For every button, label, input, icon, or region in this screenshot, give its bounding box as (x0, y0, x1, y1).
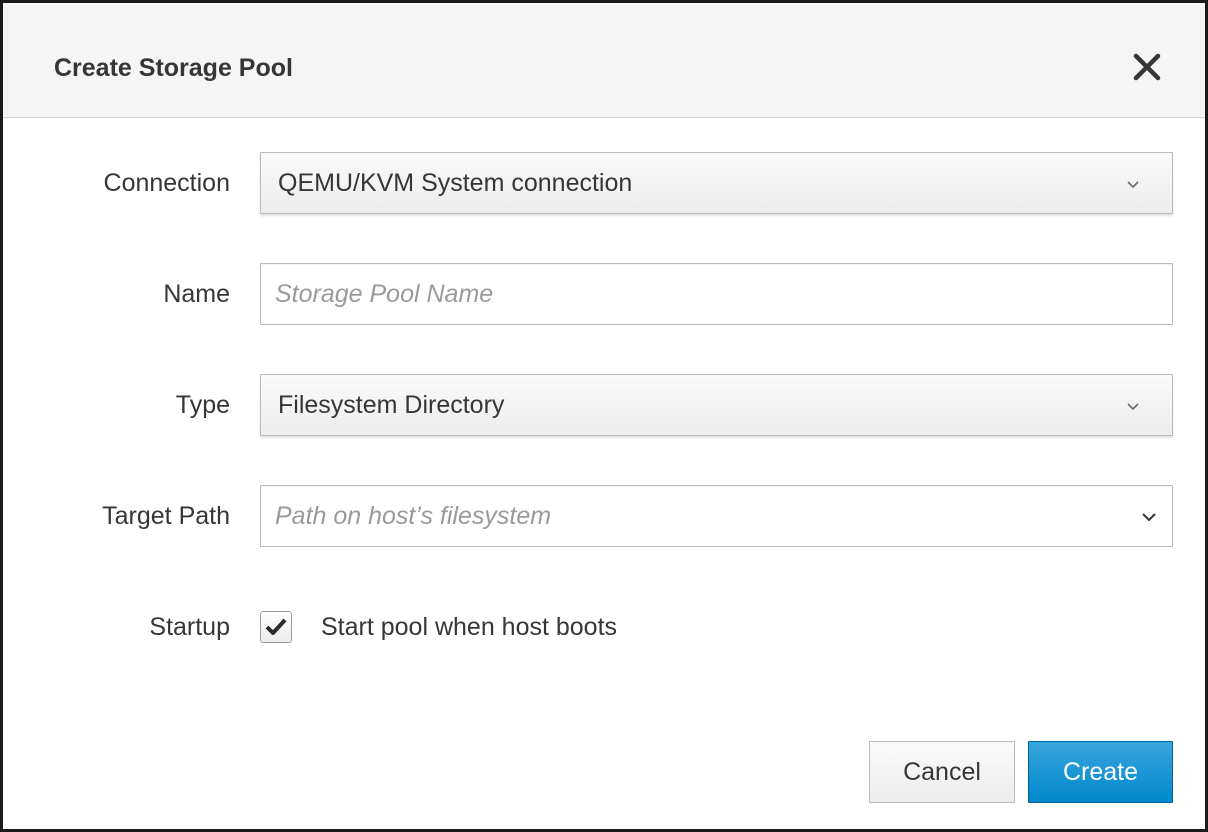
connection-value: QEMU/KVM System connection (278, 169, 633, 197)
create-storage-pool-dialog: Create Storage Pool Connection QEMU/KVM … (0, 0, 1208, 832)
name-row: Name Storage Pool Name (3, 263, 1205, 325)
cancel-button[interactable]: Cancel (869, 741, 1015, 803)
chevron-down-icon (1127, 181, 1139, 189)
close-button[interactable] (1127, 47, 1167, 87)
startup-row: Startup Start pool when host boots (3, 596, 1205, 658)
connection-label: Connection (103, 169, 230, 197)
dialog-title: Create Storage Pool (54, 54, 293, 82)
storage-pool-name-input[interactable]: Storage Pool Name (260, 263, 1173, 325)
chevron-down-icon[interactable] (1140, 508, 1158, 526)
create-button[interactable]: Create (1028, 741, 1173, 803)
type-value: Filesystem Directory (278, 391, 505, 419)
dialog-header: Create Storage Pool (3, 3, 1205, 118)
startup-checkbox-label[interactable]: Start pool when host boots (321, 596, 617, 658)
close-icon (1133, 53, 1161, 81)
connection-row: Connection QEMU/KVM System connection (3, 152, 1205, 214)
name-placeholder: Storage Pool Name (275, 280, 494, 308)
type-select[interactable]: Filesystem Directory (260, 374, 1173, 436)
target-path-combobox[interactable]: Path on host’s filesystem (260, 485, 1173, 547)
name-label: Name (163, 280, 230, 308)
type-row: Type Filesystem Directory (3, 374, 1205, 436)
target-path-placeholder: Path on host’s filesystem (275, 502, 552, 530)
checkmark-icon (265, 618, 287, 635)
target-path-label: Target Path (102, 502, 230, 530)
target-path-row: Target Path Path on host’s filesystem (3, 485, 1205, 547)
chevron-down-icon (1127, 403, 1139, 411)
startup-checkbox[interactable] (260, 611, 292, 643)
connection-select[interactable]: QEMU/KVM System connection (260, 152, 1173, 214)
startup-label: Startup (149, 613, 230, 641)
type-label: Type (175, 391, 230, 419)
